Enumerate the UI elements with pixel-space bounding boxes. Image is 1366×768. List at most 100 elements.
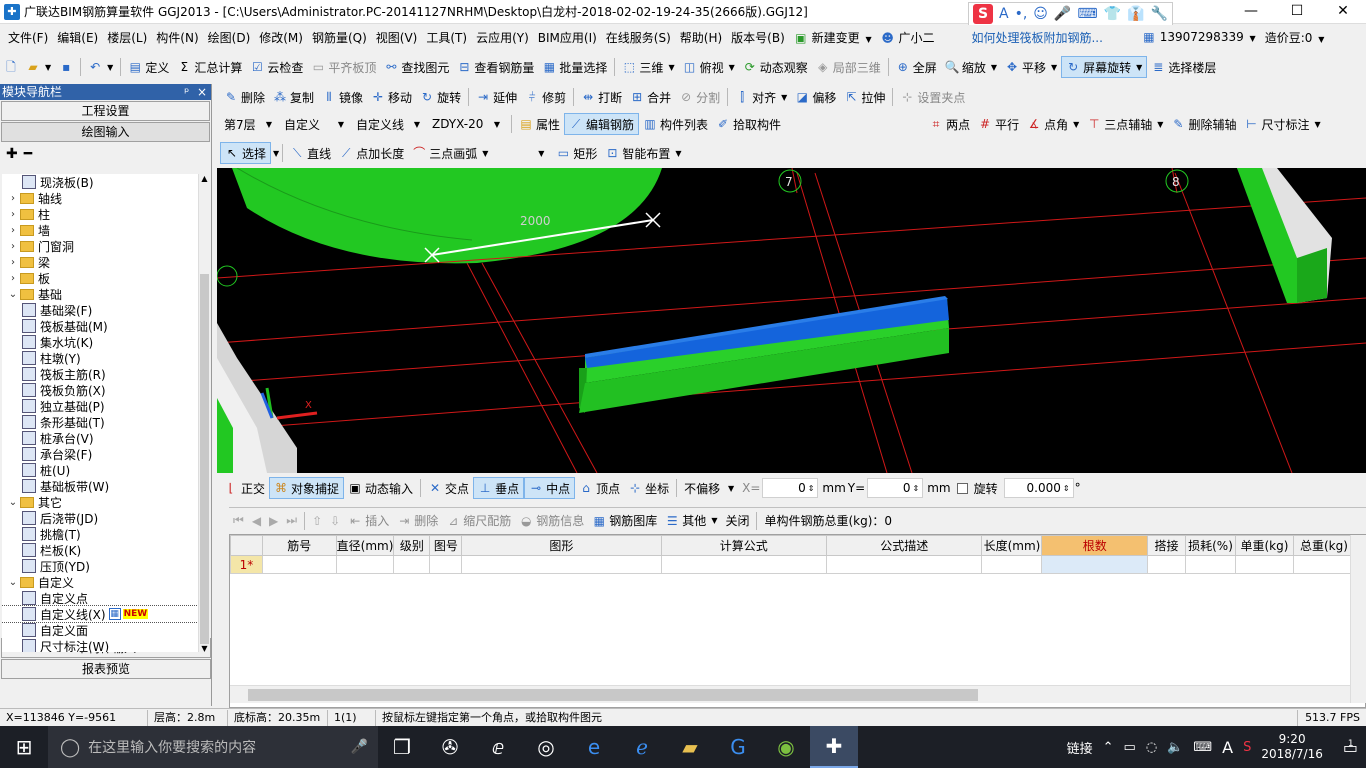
vertex-button[interactable]: ⌂ 顶点 xyxy=(575,477,624,499)
top-view-button[interactable]: ◫ 俯视 ▼ xyxy=(679,56,739,78)
cell-count[interactable] xyxy=(1041,555,1149,574)
tree-item[interactable]: 现浇板(B) xyxy=(2,174,198,190)
save-button[interactable]: ▪ xyxy=(55,56,77,78)
menu-help[interactable]: 帮助(H) xyxy=(676,29,726,46)
ime-indicator[interactable]: A xyxy=(1222,738,1233,757)
tree-item[interactable]: 挑檐(T) xyxy=(2,526,198,542)
custom-line-beam[interactable] xyxy=(579,296,949,413)
arc-option-select[interactable]: ▼ xyxy=(492,143,548,163)
select-button[interactable]: ↖ 选择 xyxy=(220,142,272,164)
rectangle-button[interactable]: ▭ 矩形 xyxy=(552,142,601,164)
local-3d-button[interactable]: ◈ 局部三维 xyxy=(812,56,885,78)
clock[interactable]: 9:20 2018/7/16 xyxy=(1261,732,1323,762)
col-formula[interactable]: 计算公式 xyxy=(660,535,827,556)
next-record-button[interactable]: ▶ xyxy=(265,510,282,532)
offset-mode-select[interactable]: 不偏移 ▼ xyxy=(680,478,738,498)
cell-diameter[interactable] xyxy=(335,555,395,574)
spinner-icon[interactable]: ⇕ xyxy=(808,484,815,493)
collapse-all-icon[interactable]: ━ xyxy=(24,146,32,162)
menu-draw[interactable]: 绘图(D) xyxy=(204,29,255,46)
tree-item[interactable]: 自定义点 xyxy=(2,590,198,606)
define-button[interactable]: ▤ 定义 xyxy=(124,56,173,78)
col-figure-no[interactable]: 图号 xyxy=(429,535,463,556)
notification-icon[interactable]: ▭ 1 xyxy=(1343,738,1358,757)
col-loss[interactable]: 损耗(%) xyxy=(1185,535,1236,556)
smart-layout-button[interactable]: ⊡ 智能布置 ▼ xyxy=(601,142,685,164)
scroll-down-icon[interactable]: ▼ xyxy=(199,644,210,656)
pick-component-button[interactable]: ✐ 拾取构件 xyxy=(712,113,785,135)
properties-button[interactable]: ▤ 属性 xyxy=(515,113,564,135)
tree-folder[interactable]: › 墙 xyxy=(2,222,198,238)
tree-item[interactable]: 压顶(YD) xyxy=(2,558,198,574)
undo-button[interactable]: ↶ ▼ xyxy=(84,56,117,78)
tree-folder[interactable]: › 梁 xyxy=(2,254,198,270)
extend-button[interactable]: ⇥ 延伸 xyxy=(472,86,521,108)
network-icon[interactable]: ◌ xyxy=(1146,740,1157,755)
minimize-button[interactable]: — xyxy=(1228,0,1274,24)
col-count[interactable]: 根数 xyxy=(1041,535,1149,556)
row-index[interactable]: 1* xyxy=(230,555,263,574)
expand-arrow-icon[interactable]: › xyxy=(8,193,18,204)
rebar-info-button[interactable]: ◒ 钢筋信息 xyxy=(515,510,588,532)
first-record-button[interactable]: ⏮ xyxy=(229,510,248,532)
edge-browser-icon[interactable]: e xyxy=(570,726,618,768)
delete-axis-button[interactable]: ✎ 删除辅轴 xyxy=(1167,113,1240,135)
microphone-icon[interactable]: 🎤 xyxy=(351,739,368,755)
col-diameter[interactable]: 直径(mm) xyxy=(335,535,395,556)
tree-folder[interactable]: ⌄ 其它 xyxy=(2,494,198,510)
expand-arrow-icon[interactable]: › xyxy=(8,257,18,268)
align-button[interactable]: ⫿ 对齐 ▼ xyxy=(731,86,791,108)
menu-rebar-quantity[interactable]: 钢筋量(Q) xyxy=(308,29,371,46)
last-record-button[interactable]: ⏭ xyxy=(282,510,301,532)
open-file-button[interactable]: ▰ ▼ xyxy=(22,56,55,78)
battery-icon[interactable]: ▭ xyxy=(1124,740,1136,755)
tree-item[interactable]: 后浇带(JD) xyxy=(2,510,198,526)
tree-item[interactable]: 自定义线(X) ▦ NEW xyxy=(2,605,198,623)
rotate-input[interactable]: 0.000 ⇕ xyxy=(1003,478,1074,498)
3d-button[interactable]: ⬚ 三维 ▼ xyxy=(618,56,678,78)
chevron-up-icon[interactable]: ⌃ xyxy=(1103,740,1114,755)
360-browser-icon[interactable]: ◉ xyxy=(762,726,810,768)
col-length[interactable]: 长度(mm) xyxy=(981,535,1043,556)
screen-rotate-button[interactable]: ↻ 屏幕旋转 ▼ xyxy=(1061,56,1148,78)
menu-component[interactable]: 构件(N) xyxy=(152,29,202,46)
break-button[interactable]: ⇹ 打断 xyxy=(577,86,626,108)
clothes-icon[interactable]: 👔 xyxy=(1127,6,1144,22)
menu-user[interactable]: ▦ 13907298339 ▼ xyxy=(1138,30,1260,44)
expand-arrow-icon[interactable]: › xyxy=(8,273,18,284)
menu-cloud[interactable]: 云应用(Y) xyxy=(472,29,533,46)
tree-item[interactable]: 尺寸标注(W) xyxy=(2,638,198,652)
set-grip-button[interactable]: ⊹ 设置夹点 xyxy=(896,86,969,108)
tree-item[interactable]: 筏板基础(M) xyxy=(2,318,198,334)
edit-rebar-button[interactable]: ⟋ 编辑钢筋 xyxy=(564,113,640,135)
midpoint-button[interactable]: ⊸ 中点 xyxy=(524,477,576,499)
tree-item[interactable]: 独立基础(P) xyxy=(2,398,198,414)
tree-item[interactable]: 基础板带(W) xyxy=(2,478,198,494)
expand-all-icon[interactable]: ✚ xyxy=(6,146,18,162)
cell-total-weight[interactable] xyxy=(1292,555,1356,574)
menu-bim[interactable]: BIM应用(I) xyxy=(534,29,601,46)
mirror-button[interactable]: ⫴ 镜像 xyxy=(318,86,367,108)
tab-report-preview[interactable]: 报表预览 xyxy=(1,659,211,679)
col-lap[interactable]: 搭接 xyxy=(1147,535,1187,556)
menu-floor[interactable]: 楼层(L) xyxy=(103,29,151,46)
y-input[interactable]: 0 ⇕ xyxy=(867,478,924,498)
type-select[interactable]: 自定义 ▼ xyxy=(280,114,348,134)
tree-folder[interactable]: ⌄ 基础 xyxy=(2,286,198,302)
expand-arrow-icon[interactable]: › xyxy=(8,209,18,220)
cell-unit-weight[interactable] xyxy=(1234,555,1294,574)
line-button[interactable]: ⟍ 直线 xyxy=(286,142,335,164)
other-button[interactable]: ☰ 其他 ▼ xyxy=(661,510,721,532)
move-button[interactable]: ✛ 移动 xyxy=(367,86,416,108)
rebar-library-button[interactable]: ▦ 钢筋图库 xyxy=(588,510,661,532)
cell-rebar-no[interactable] xyxy=(261,555,337,574)
col-total-weight[interactable]: 总重(kg) xyxy=(1292,535,1356,556)
keyboard-icon[interactable]: ⌨ xyxy=(1193,740,1212,755)
spiral-app-icon[interactable]: ◎ xyxy=(522,726,570,768)
ie-legacy-icon[interactable]: ⅇ xyxy=(474,726,522,768)
tab-drawing-input[interactable]: 绘图输入 xyxy=(1,122,210,142)
rotate-button[interactable]: ↻ 旋转 xyxy=(416,86,465,108)
collapse-arrow-icon[interactable]: ⌄ xyxy=(8,497,18,508)
rotate-checkbox[interactable] xyxy=(956,482,968,494)
tree-item[interactable]: 集水坑(K) xyxy=(2,334,198,350)
